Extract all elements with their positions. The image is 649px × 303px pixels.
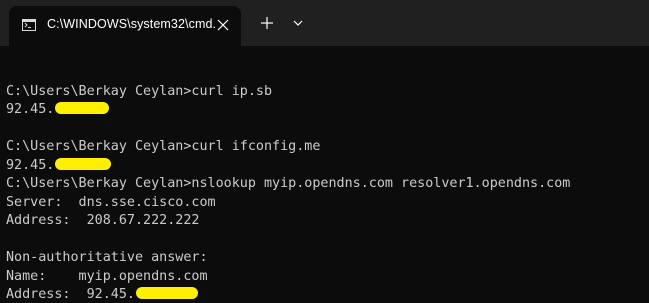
terminal-line: 92.45. xyxy=(6,157,646,176)
terminal-line-text: 92.45. xyxy=(6,102,55,117)
terminal-line: C:\Users\Berkay Ceylan>curl ip.sb xyxy=(6,83,273,99)
terminal-line: Address: 208.67.222.222 xyxy=(6,213,200,228)
plus-icon xyxy=(261,17,273,29)
terminal-output[interactable]: C:\Users\Berkay Ceylan>curl ip.sb 92.45.… xyxy=(6,64,646,303)
terminal-line: C:\Users\Berkay Ceylan>nslookup myip.ope… xyxy=(6,176,571,191)
cmd-icon xyxy=(22,19,36,31)
terminal-line: Server: dns.sse.cisco.com xyxy=(6,194,216,210)
terminal-line-text: 92.45. xyxy=(6,157,55,173)
title-bar: C:\WINDOWS\system32\cmd. xyxy=(0,0,649,46)
terminal-line: Name: myip.opendns.com xyxy=(6,268,208,284)
terminal-line: 92.45. xyxy=(6,101,646,120)
terminal-line: C:\Users\Berkay Ceylan>curl ifconfig.me xyxy=(6,139,321,154)
terminal-window: C:\WINDOWS\system32\cmd. C:\Users\Berkay… xyxy=(0,0,649,303)
tab-cmd[interactable]: C:\WINDOWS\system32\cmd. xyxy=(9,6,241,46)
redaction-mark xyxy=(55,102,110,114)
redaction-mark xyxy=(55,157,112,170)
tab-dropdown-button[interactable] xyxy=(286,10,310,36)
terminal-line: Address: 92.45. xyxy=(6,286,646,303)
close-icon[interactable] xyxy=(213,15,233,35)
tab-title: C:\WINDOWS\system32\cmd. xyxy=(47,17,217,31)
terminal-line: Non-authoritative answer: xyxy=(6,250,208,265)
new-tab-button[interactable] xyxy=(254,10,280,36)
redaction-mark xyxy=(136,287,198,299)
chevron-down-icon xyxy=(293,20,303,26)
terminal-line-text: Address: 92.45. xyxy=(6,287,135,302)
